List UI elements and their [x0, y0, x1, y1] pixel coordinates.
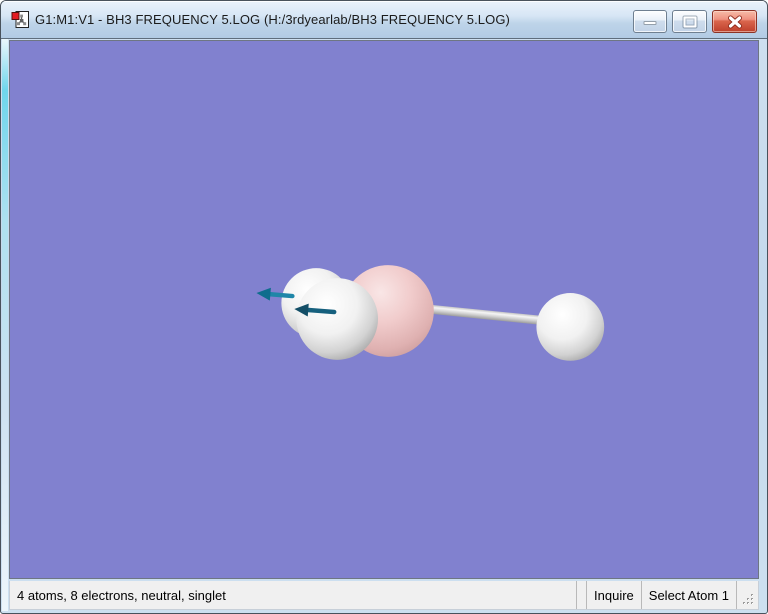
status-panel-select-atom: Select Atom 1 [640, 581, 736, 609]
window-controls [633, 10, 757, 33]
status-panel-inquire: Inquire [586, 581, 641, 609]
molecule-viewport[interactable] [9, 40, 759, 579]
gaussview-document-icon [11, 11, 29, 28]
window-title: G1:M1:V1 - BH3 FREQUENCY 5.LOG (H:/3rdye… [35, 11, 510, 27]
molecule-summary: 4 atoms, 8 electrons, neutral, singlet [17, 587, 226, 603]
bond-B-H[interactable] [427, 304, 548, 326]
gaussview-window: G1:M1:V1 - BH3 FREQUENCY 5.LOG (H:/3rdye… [0, 0, 768, 614]
resize-grip-icon [743, 594, 753, 604]
minimize-button[interactable] [633, 10, 667, 33]
close-icon [727, 15, 742, 28]
close-button[interactable] [712, 10, 757, 33]
maximize-icon [683, 16, 696, 27]
molecule-canvas[interactable] [10, 41, 758, 578]
atom-H[interactable] [536, 293, 605, 361]
statusbar: 4 atoms, 8 electrons, neutral, singlet I… [9, 581, 759, 610]
titlebar[interactable]: G1:M1:V1 - BH3 FREQUENCY 5.LOG (H:/3rdye… [1, 1, 767, 39]
status-panel-blank [576, 581, 586, 609]
maximize-button[interactable] [672, 10, 707, 33]
minimize-icon [643, 21, 657, 26]
resize-grip[interactable] [736, 581, 758, 609]
atom-H[interactable] [296, 278, 379, 360]
